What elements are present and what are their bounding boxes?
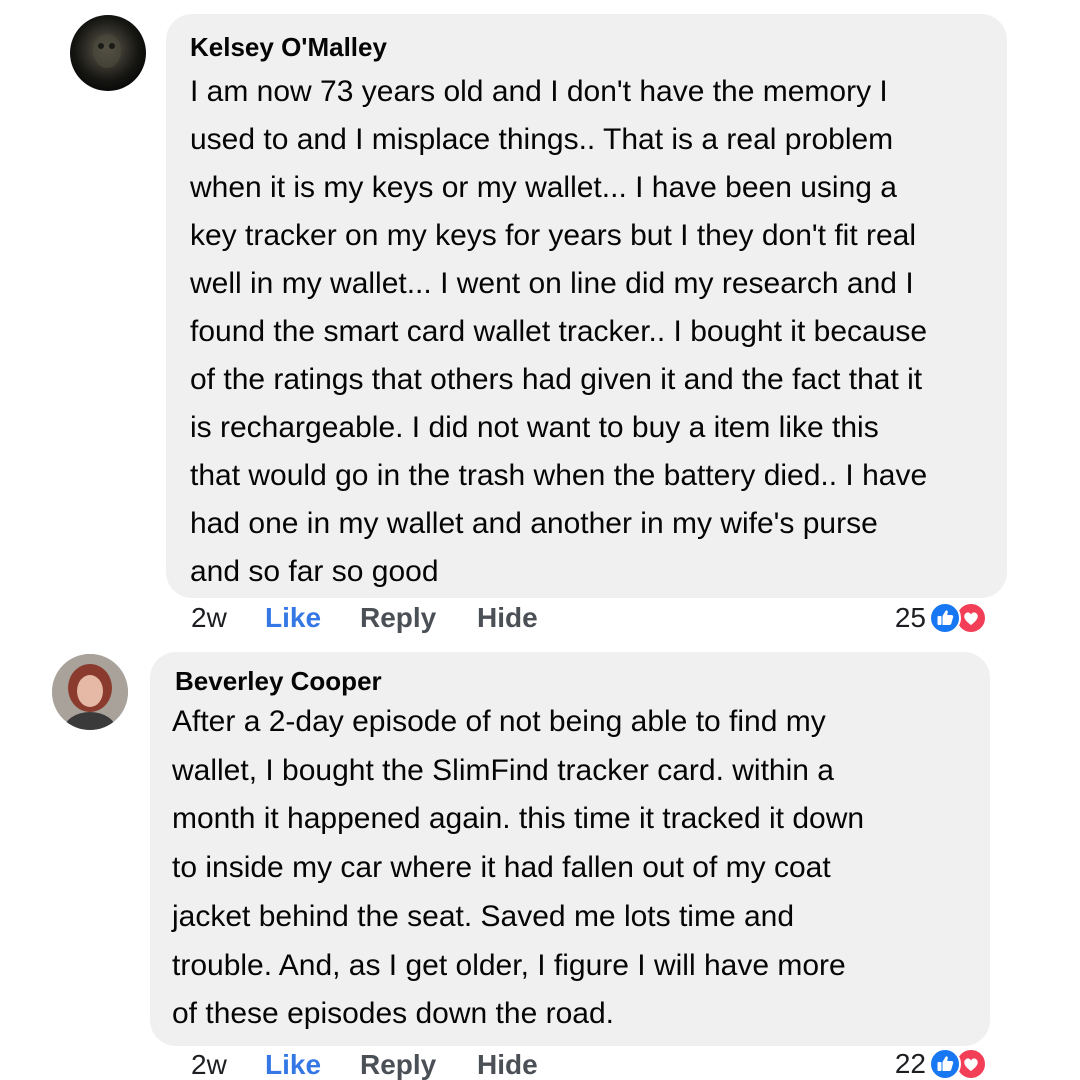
reaction-count[interactable]: 22 bbox=[880, 1048, 926, 1080]
comment-line: I am now 73 years old and I don't have t… bbox=[190, 75, 888, 108]
reaction-icons[interactable] bbox=[929, 1048, 989, 1080]
comment-line: month it happened again. this time it tr… bbox=[172, 802, 865, 836]
comment-line: of these episodes down the road. bbox=[172, 997, 614, 1031]
comment-line: when it is my keys or my wallet... I hav… bbox=[190, 171, 897, 204]
comment-line: well in my wallet... I went on line did … bbox=[190, 267, 914, 300]
avatar-photo bbox=[52, 654, 128, 730]
comment-text: I am now 73 years old and I don't have t… bbox=[190, 68, 927, 596]
avatar[interactable] bbox=[70, 15, 146, 91]
comment-line: had one in my wallet and another in my w… bbox=[190, 507, 878, 540]
comment-line: and so far so good bbox=[190, 555, 439, 588]
comment-line: of the ratings that others had given it … bbox=[190, 363, 923, 396]
comment-line: key tracker on my keys for years but I t… bbox=[190, 219, 917, 252]
comment-bubble: Beverley Cooper After a 2-day episode of… bbox=[150, 652, 990, 1046]
comment-timestamp[interactable]: 2w bbox=[191, 602, 227, 634]
comment-line: jacket behind the seat. Saved me lots ti… bbox=[172, 899, 795, 933]
like-button[interactable]: Like bbox=[265, 602, 321, 634]
comment-text: After a 2-day episode of not being able … bbox=[172, 698, 864, 1039]
reaction-icons[interactable] bbox=[929, 602, 989, 634]
reaction-count[interactable]: 25 bbox=[880, 602, 926, 634]
hide-button[interactable]: Hide bbox=[477, 602, 538, 634]
comment-line: to inside my car where it had fallen out… bbox=[172, 851, 831, 885]
comment-line: trouble. And, as I get older, I figure I… bbox=[172, 948, 846, 982]
avatar[interactable] bbox=[52, 654, 128, 730]
comment-timestamp[interactable]: 2w bbox=[191, 1049, 227, 1080]
comment-bubble: Kelsey O'Malley I am now 73 years old an… bbox=[166, 14, 1007, 598]
like-icon bbox=[929, 602, 961, 634]
comment-line: found the smart card wallet tracker.. I … bbox=[190, 315, 928, 348]
comment-line: that would go in the trash when the batt… bbox=[190, 459, 928, 492]
comment-line: wallet, I bought the SlimFind tracker ca… bbox=[172, 753, 834, 787]
hide-button[interactable]: Hide bbox=[477, 1049, 538, 1080]
like-icon bbox=[929, 1048, 961, 1080]
comment-author[interactable]: Beverley Cooper bbox=[175, 666, 382, 696]
comment-line: used to and I misplace things.. That is … bbox=[190, 123, 894, 156]
comment-line: After a 2-day episode of not being able … bbox=[172, 705, 826, 738]
comment-author[interactable]: Kelsey O'Malley bbox=[190, 32, 387, 62]
reply-button[interactable]: Reply bbox=[360, 602, 436, 634]
like-button[interactable]: Like bbox=[265, 1049, 321, 1080]
comment-line: is rechargeable. I did not want to buy a… bbox=[190, 411, 879, 444]
reply-button[interactable]: Reply bbox=[360, 1049, 436, 1080]
avatar-photo bbox=[93, 34, 121, 68]
